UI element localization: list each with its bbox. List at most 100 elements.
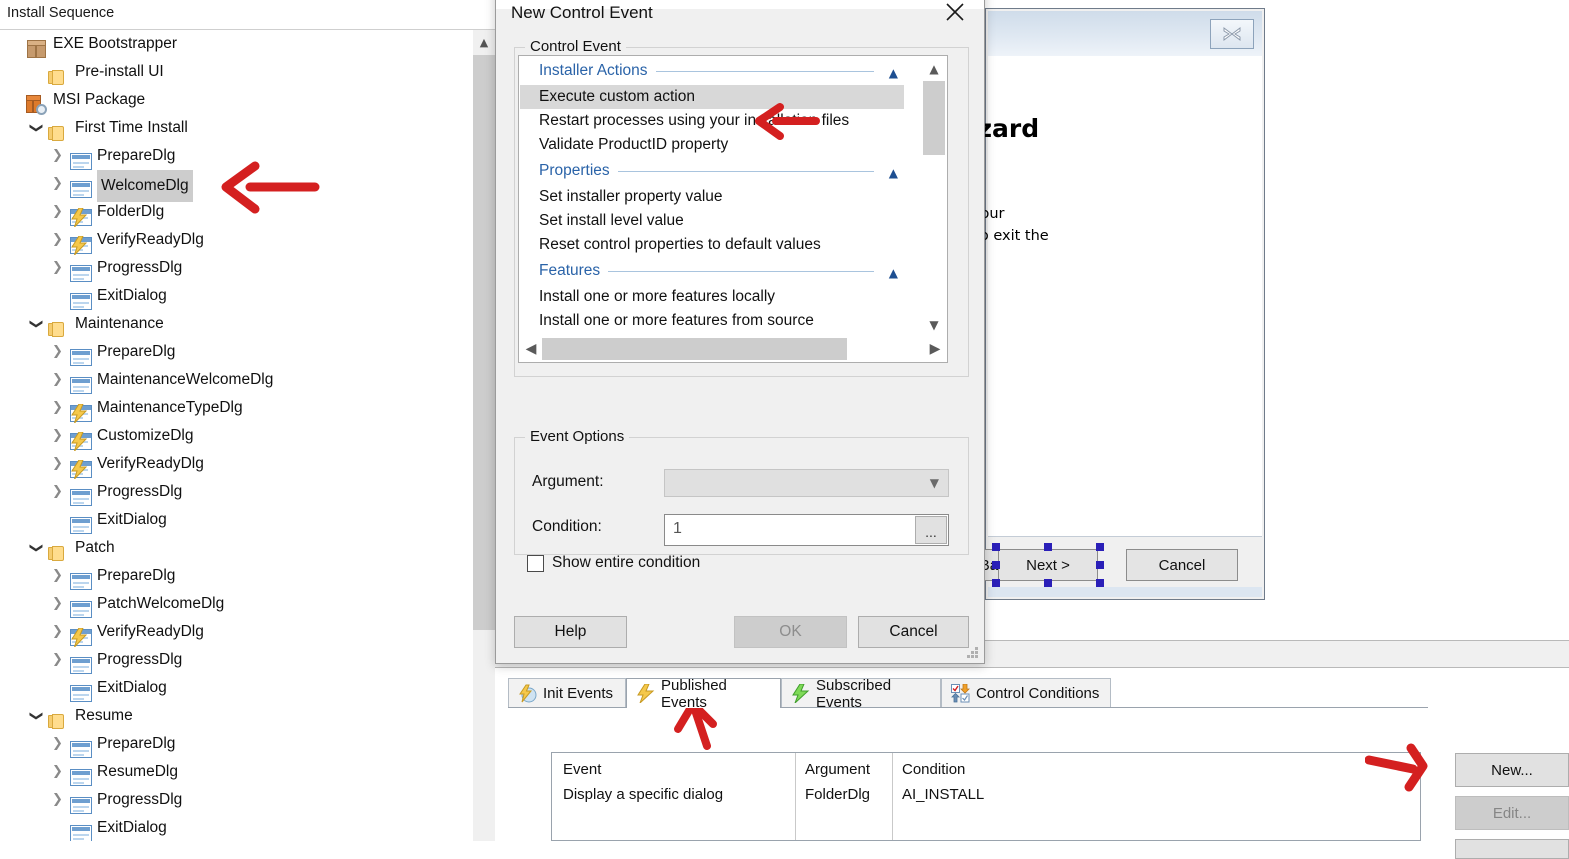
resize-grip-icon[interactable] (967, 647, 979, 659)
help-button[interactable]: Help (514, 616, 627, 648)
list-item[interactable]: Validate ProductID property (520, 133, 904, 157)
chevron-right-icon[interactable]: ❯ (52, 366, 63, 394)
msi-close-icon[interactable] (1210, 19, 1254, 49)
list-item[interactable]: Execute custom action (520, 85, 904, 109)
tree-node-progressdlg[interactable]: ❯ProgressDlg (0, 478, 472, 506)
tree-node-preparedlg[interactable]: ❯PrepareDlg (0, 562, 472, 590)
close-icon[interactable] (932, 0, 978, 27)
tree-node-exe-bootstrapper[interactable]: EXE Bootstrapper (0, 30, 472, 58)
cancel-button[interactable]: Cancel (858, 616, 969, 648)
list-item[interactable]: Install one or more features locally (520, 285, 904, 309)
selection-handle[interactable] (1096, 543, 1104, 551)
show-entire-condition-checkbox[interactable] (527, 555, 544, 572)
tree-node-customizedlg[interactable]: ❯CustomizeDlg (0, 422, 472, 450)
tab-published-events[interactable]: Published Events (626, 678, 781, 708)
chevron-right-icon[interactable]: ❯ (52, 562, 63, 590)
chevron-down-icon[interactable]: ❯ (21, 123, 49, 134)
tree-node-maintenance[interactable]: ❯Maintenance (0, 310, 472, 338)
tree-node-progressdlg[interactable]: ❯ProgressDlg (0, 786, 472, 814)
tree-node-progressdlg[interactable]: ❯ProgressDlg (0, 646, 472, 674)
tree-node-exitdialog[interactable]: ExitDialog (0, 282, 472, 310)
selection-handle[interactable] (1096, 561, 1104, 569)
tree-node-preparedlg[interactable]: ❯PrepareDlg (0, 338, 472, 366)
selection-handle[interactable] (1096, 579, 1104, 587)
tree-node-patchwelcomedlg[interactable]: ❯PatchWelcomeDlg (0, 590, 472, 618)
chevron-right-icon[interactable]: ❯ (52, 646, 63, 674)
tree-node-verifyreadydlg[interactable]: ❯VerifyReadyDlg (0, 226, 472, 254)
chevron-right-icon[interactable]: ❯ (52, 786, 63, 814)
selection-handle[interactable] (992, 561, 1000, 569)
third-side-button[interactable] (1455, 839, 1569, 859)
list-vertical-scrollbar[interactable]: ▲ ▼ (922, 57, 946, 337)
chevron-right-icon[interactable]: ❯ (52, 730, 63, 758)
chevron-right-icon[interactable]: ❯ (52, 338, 63, 366)
condition-input[interactable]: 1 ... (664, 514, 949, 546)
tree-node-exitdialog[interactable]: ExitDialog (0, 506, 472, 534)
msi-cancel-button[interactable]: Cancel (1126, 549, 1238, 581)
chevron-down-icon[interactable]: ▼ (930, 476, 939, 490)
msi-next-button[interactable]: Next > (998, 549, 1098, 581)
install-sequence-tree[interactable]: EXE BootstrapperPre-install UIMSI Packag… (0, 30, 472, 841)
new-button[interactable]: New... (1455, 753, 1569, 787)
scroll-right-icon[interactable]: ▶ (924, 337, 946, 361)
tree-node-patch[interactable]: ❯Patch (0, 534, 472, 562)
tree-node-exitdialog[interactable]: ExitDialog (0, 674, 472, 702)
selection-handle[interactable] (992, 543, 1000, 551)
chevron-right-icon[interactable]: ❯ (52, 590, 63, 618)
list-item[interactable]: Install one or more features from source (520, 309, 904, 333)
tree-node-welcomedlg[interactable]: ❯WelcomeDlg (0, 170, 472, 198)
control-event-list[interactable]: Installer Actions▲Execute custom actionR… (520, 57, 904, 337)
list-scrollbar-thumb[interactable] (923, 81, 945, 155)
chevron-right-icon[interactable]: ❯ (52, 170, 63, 198)
tree-node-verifyreadydlg[interactable]: ❯VerifyReadyDlg (0, 618, 472, 646)
show-entire-condition-row[interactable]: Show entire condition (527, 554, 700, 572)
tab-control-conditions[interactable]: Control Conditions (941, 678, 1111, 708)
tree-node-progressdlg[interactable]: ❯ProgressDlg (0, 254, 472, 282)
argument-dropdown[interactable]: ▼ (664, 469, 949, 497)
tree-node-first-time-install[interactable]: ❯First Time Install (0, 114, 472, 142)
chevron-right-icon[interactable]: ❯ (52, 422, 63, 450)
chevron-right-icon[interactable]: ❯ (52, 198, 63, 226)
new-control-event-dialog[interactable]: New Control Event Control Event Installe… (495, 0, 985, 664)
condition-browse-button[interactable]: ... (915, 516, 947, 544)
chevron-right-icon[interactable]: ❯ (52, 226, 63, 254)
selection-handle[interactable] (1044, 579, 1052, 587)
list-section-features[interactable]: Features▲ (520, 257, 904, 285)
tab-init-events[interactable]: Init Events (508, 678, 626, 708)
tree-vertical-scrollbar[interactable]: ▲ (473, 30, 495, 841)
scroll-down-icon[interactable]: ▼ (922, 313, 946, 337)
tree-node-exitdialog[interactable]: ExitDialog (0, 814, 472, 841)
selection-handle[interactable] (992, 579, 1000, 587)
list-horizontal-scrollbar[interactable]: ◀ ▶ (520, 337, 946, 361)
chevron-right-icon[interactable]: ❯ (52, 142, 63, 170)
table-row[interactable]: Display a specific dialog FolderDlg AI_I… (552, 786, 1420, 812)
list-section-properties[interactable]: Properties▲ (520, 157, 904, 185)
tree-node-resume[interactable]: ❯Resume (0, 702, 472, 730)
list-item[interactable]: Set install level value (520, 209, 904, 233)
chevron-right-icon[interactable]: ❯ (52, 254, 63, 282)
list-item[interactable]: Reset control properties to default valu… (520, 233, 904, 257)
tree-node-pre-install-ui[interactable]: Pre-install UI (0, 58, 472, 86)
published-events-table[interactable]: Event Argument Condition Display a speci… (551, 752, 1421, 841)
scroll-up-icon[interactable]: ▲ (922, 57, 946, 81)
chevron-down-icon[interactable]: ❯ (21, 319, 49, 330)
chevron-right-icon[interactable]: ❯ (52, 450, 63, 478)
list-hscrollbar-thumb[interactable] (542, 338, 847, 360)
list-item[interactable]: Restart processes using your installatio… (520, 109, 904, 133)
msi-dialog-preview[interactable]: ne Youretup Wizard Your Application on y… (985, 8, 1265, 600)
tree-scrollbar-thumb[interactable] (473, 55, 495, 630)
events-tabstrip[interactable]: Init EventsPublished EventsSubscribed Ev… (508, 678, 1569, 708)
scroll-left-icon[interactable]: ◀ (520, 337, 542, 361)
chevron-up-icon[interactable]: ▲ (889, 166, 898, 180)
tree-node-preparedlg[interactable]: ❯PrepareDlg (0, 142, 472, 170)
tree-node-msi-package[interactable]: MSI Package (0, 86, 472, 114)
chevron-right-icon[interactable]: ❯ (52, 618, 63, 646)
chevron-up-icon[interactable]: ▲ (889, 66, 898, 80)
tree-node-maintenancewelcomedlg[interactable]: ❯MaintenanceWelcomeDlg (0, 366, 472, 394)
selection-handle[interactable] (1044, 543, 1052, 551)
chevron-up-icon[interactable]: ▲ (889, 266, 898, 280)
list-item[interactable]: Set installer property value (520, 185, 904, 209)
chevron-right-icon[interactable]: ❯ (52, 478, 63, 506)
scroll-up-icon[interactable]: ▲ (473, 30, 495, 54)
tree-node-preparedlg[interactable]: ❯PrepareDlg (0, 730, 472, 758)
